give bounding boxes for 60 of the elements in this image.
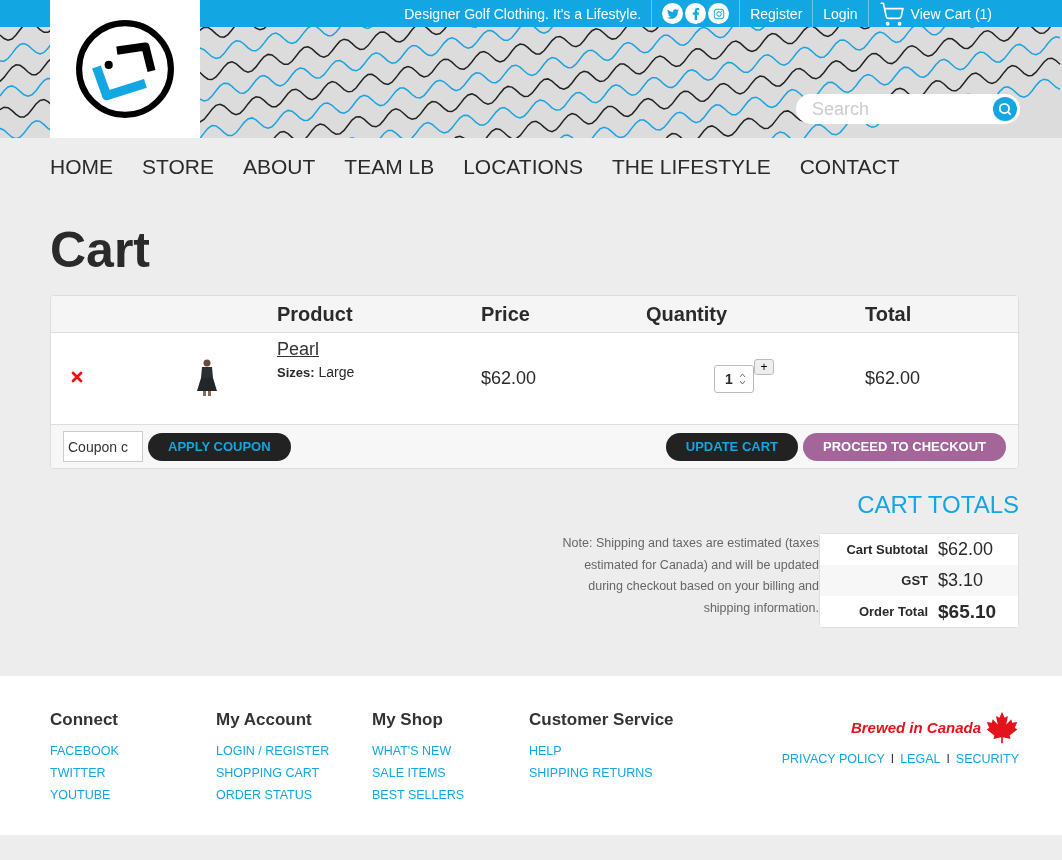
column-header: Quantity bbox=[646, 302, 729, 326]
total-label: Order Total bbox=[857, 604, 928, 619]
tagline: Designer Golf Clothing. It's a Lifestyle. bbox=[403, 4, 643, 24]
nav-link[interactable]: HOME bbox=[50, 155, 113, 179]
footer-link[interactable]: HELP bbox=[529, 744, 729, 758]
nav-link[interactable]: TEAM LB bbox=[344, 155, 435, 179]
product-link[interactable]: Pearl bbox=[277, 339, 481, 360]
separator: I bbox=[890, 752, 895, 766]
maple-leaf-icon bbox=[985, 710, 1019, 744]
legal-link[interactable]: PRIVACY POLICY bbox=[781, 752, 885, 766]
shipping-note: Note: Shipping and taxes are estimated (taxes estimated for Canada) and will be updated during checkout based on your billing and shipping information. bbox=[561, 535, 819, 617]
nav-link[interactable]: LOCATIONS bbox=[463, 155, 583, 179]
total-cell-text: $62.00 bbox=[865, 368, 922, 389]
nav-link[interactable]: ABOUT bbox=[242, 155, 316, 179]
twitter-icon[interactable] bbox=[662, 3, 684, 24]
checkout-button[interactable]: PROCEED TO CHECKOUT bbox=[803, 432, 1006, 461]
column-header: Price bbox=[481, 302, 531, 326]
spinner-icon bbox=[738, 371, 746, 386]
section-title: CART TOTALS bbox=[857, 491, 1019, 519]
nav-link[interactable]: CONTACT bbox=[799, 155, 900, 179]
cart-icon bbox=[878, 0, 905, 27]
search-icon bbox=[998, 102, 1012, 116]
footer-heading: Connect bbox=[50, 710, 119, 730]
brand-text: Brewed in Canada bbox=[850, 718, 981, 736]
footer-link[interactable]: SHOPPING CART bbox=[216, 766, 372, 780]
legal-link[interactable]: SECURITY bbox=[955, 752, 1019, 766]
logo-icon bbox=[74, 18, 176, 120]
apply-coupon-button[interactable]: APPLY COUPON bbox=[148, 432, 291, 461]
nav-link[interactable]: STORE bbox=[142, 155, 214, 179]
footer-link[interactable]: FACEBOOK bbox=[50, 744, 216, 758]
footer-link[interactable]: LOGIN / REGISTER bbox=[216, 744, 372, 758]
facebook-icon[interactable] bbox=[685, 3, 707, 24]
footer-link[interactable]: WHAT'S NEW bbox=[372, 744, 529, 758]
footer-heading: My Account bbox=[216, 710, 313, 730]
quantity-field[interactable]: 1 bbox=[714, 364, 754, 393]
increment-button[interactable]: + bbox=[754, 358, 774, 375]
total-value: $65.10 bbox=[938, 600, 998, 623]
total-value: $3.10 bbox=[938, 570, 985, 591]
separator: I bbox=[946, 752, 950, 766]
footer-link[interactable]: YOUTUBE bbox=[50, 788, 216, 802]
column-header: Total bbox=[865, 302, 913, 326]
footer-link[interactable]: TWITTER bbox=[50, 766, 216, 780]
total-label: Cart Subtotal bbox=[845, 542, 928, 557]
product-size: Sizes: Large bbox=[277, 364, 356, 380]
update-cart-button[interactable]: UPDATE CART bbox=[665, 432, 798, 461]
price-cell-text: $62.00 bbox=[481, 368, 538, 389]
total-label: GST bbox=[900, 573, 928, 588]
coupon-field[interactable]: Coupon c bbox=[63, 431, 143, 462]
footer-link[interactable]: ORDER STATUS bbox=[216, 788, 372, 802]
footer-link[interactable]: SHIPPING RETURNS bbox=[529, 766, 729, 780]
footer-link[interactable]: BEST SELLERS bbox=[372, 788, 529, 802]
footer-heading: My Shop bbox=[372, 710, 444, 730]
page-title: Cart bbox=[50, 221, 152, 279]
footer-link[interactable]: SALE ITEMS bbox=[372, 766, 529, 780]
legal-link[interactable]: LEGAL bbox=[900, 752, 941, 766]
instagram-icon[interactable] bbox=[708, 3, 730, 24]
nav-link[interactable]: THE LIFESTYLE bbox=[611, 155, 771, 179]
footer-heading: Customer Service bbox=[529, 710, 675, 730]
column-header: Product bbox=[277, 302, 354, 326]
total-value: $62.00 bbox=[938, 539, 995, 560]
